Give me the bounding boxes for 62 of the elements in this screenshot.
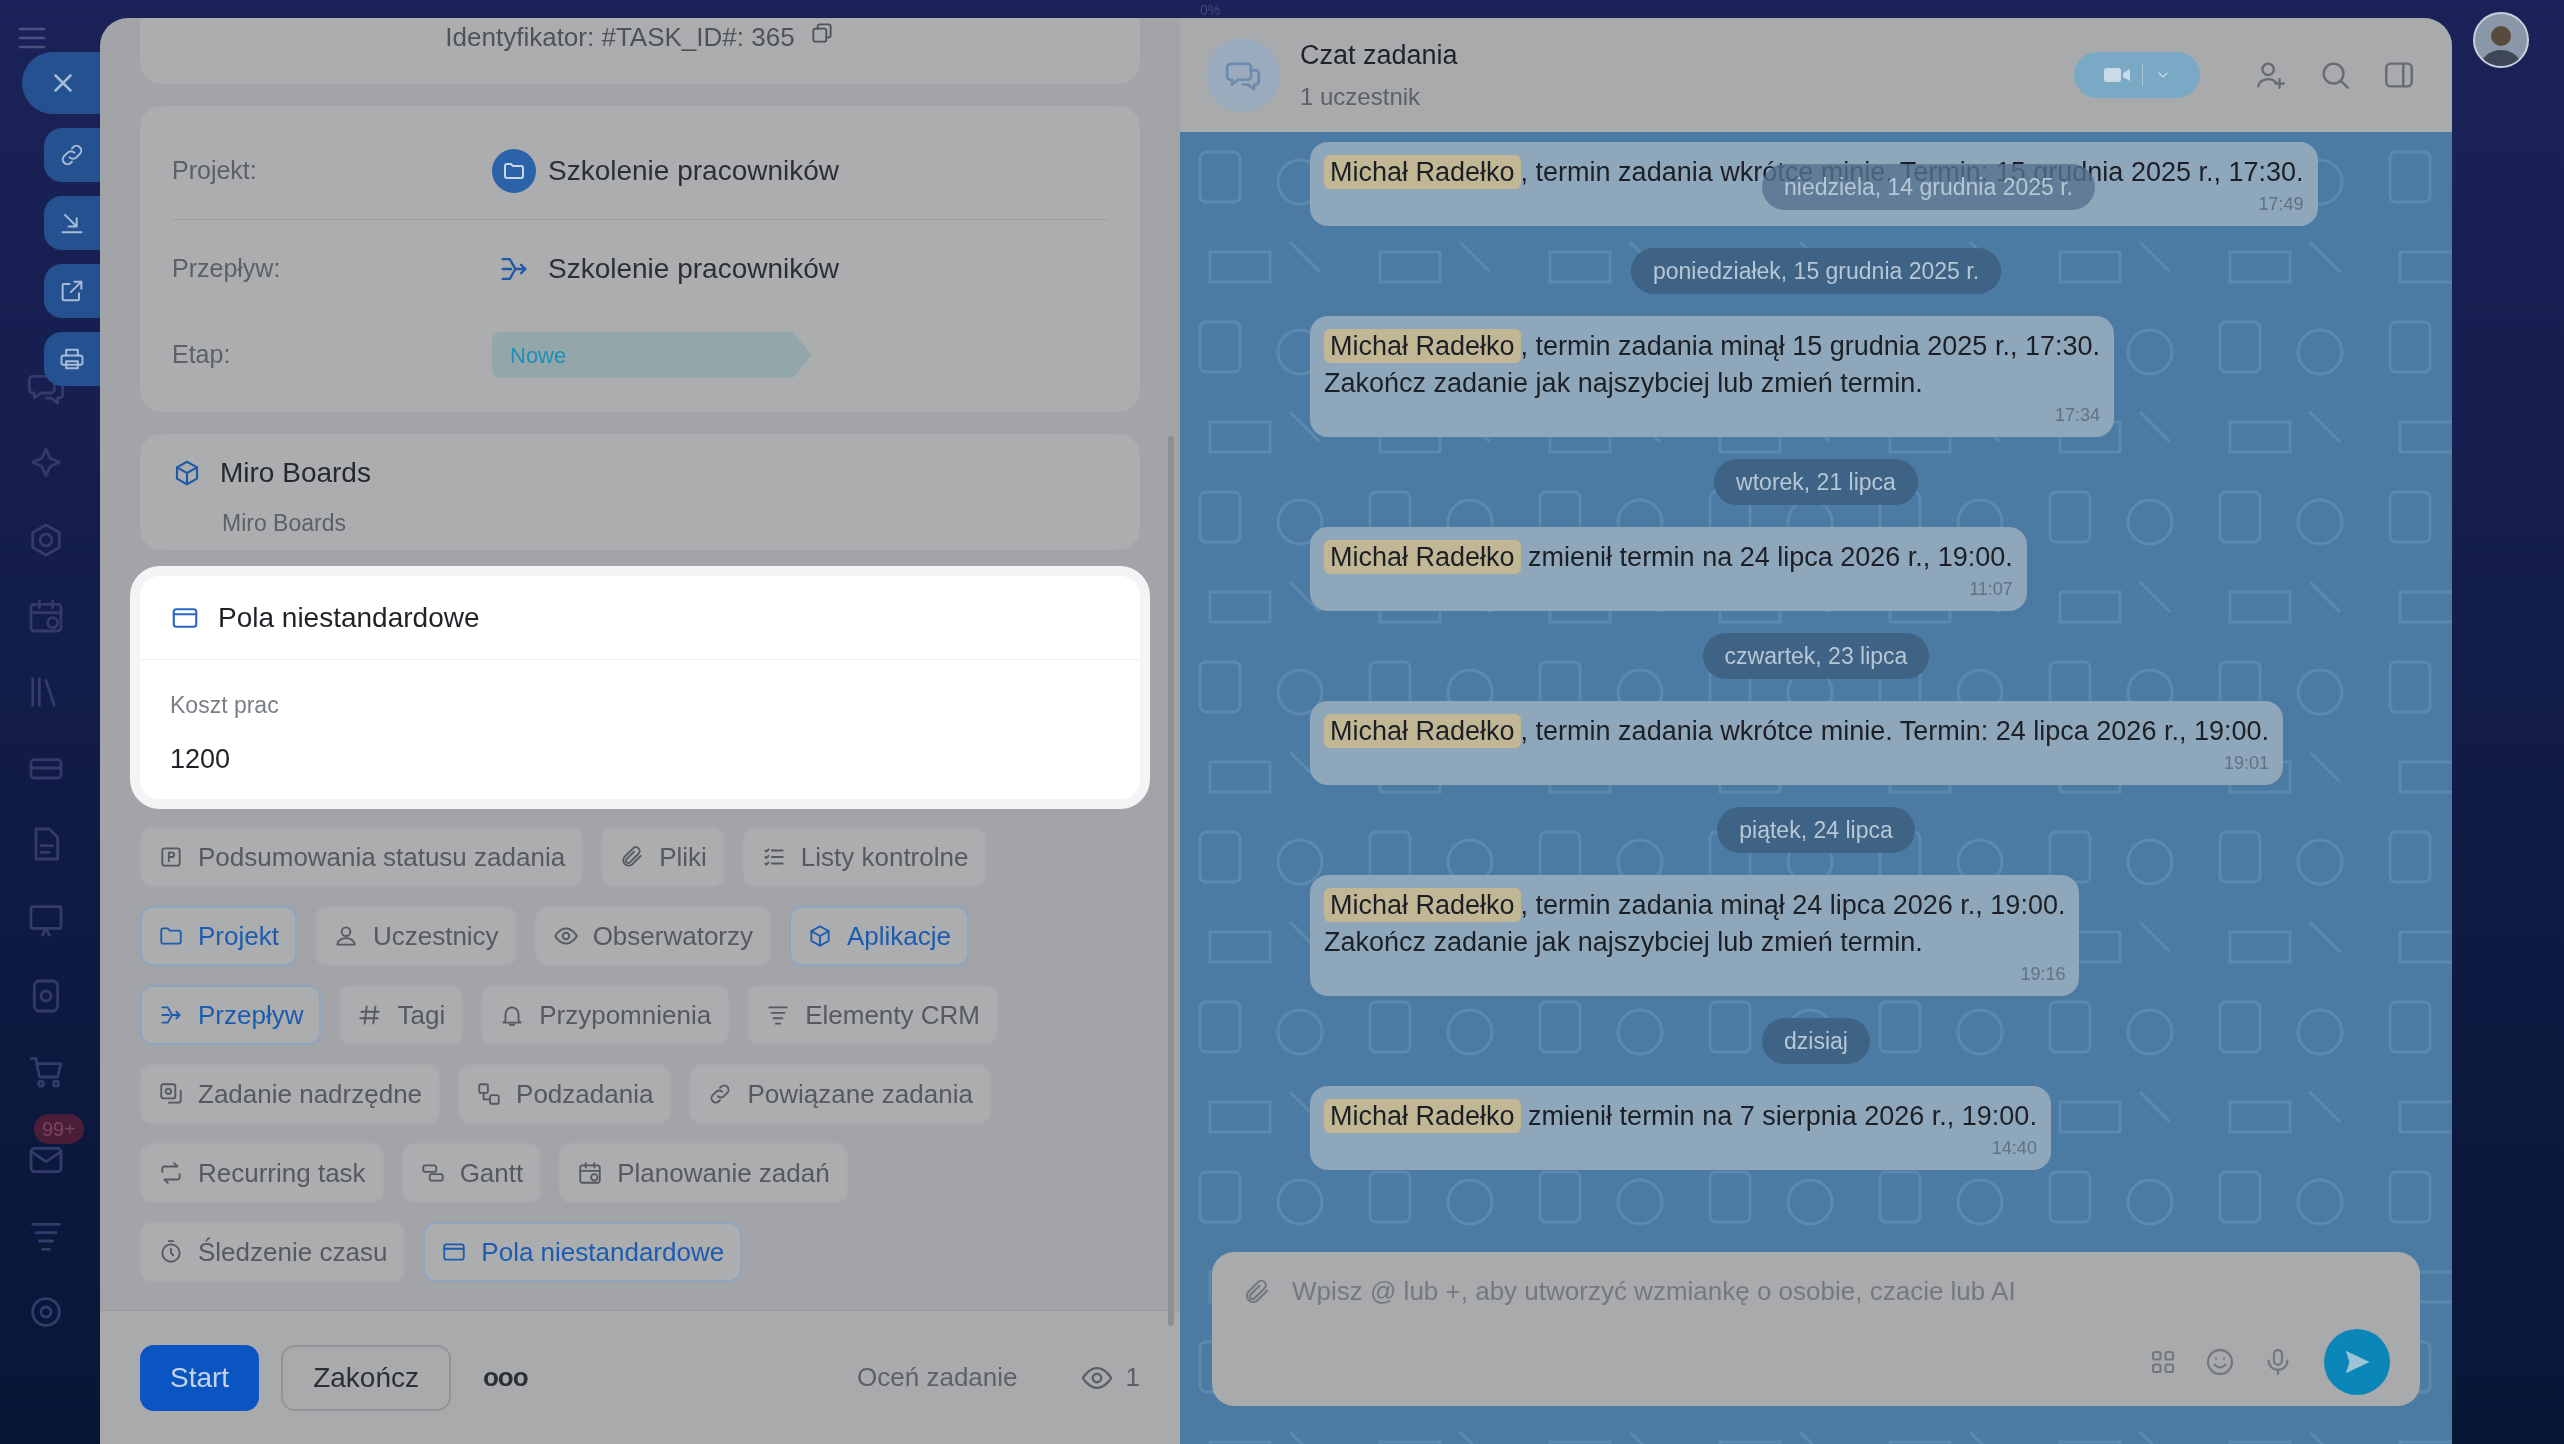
option-chip[interactable]: Pola niestandardowe bbox=[423, 1222, 743, 1282]
field-value: 1200 bbox=[170, 742, 232, 776]
option-chip[interactable]: Przepływ bbox=[140, 985, 322, 1045]
smiley-icon bbox=[2204, 1346, 2236, 1378]
field-label: Projekt: bbox=[172, 154, 258, 186]
message-text: Michał Radełko , termin zadania minął 24 lipca 2026 r., 19:00. Zakończ zadanie jak najszybciej lub zmień termin. bbox=[1324, 887, 2066, 959]
close-button[interactable] bbox=[22, 52, 100, 114]
card-title: Pola niestandardowe bbox=[218, 600, 480, 635]
external-button[interactable] bbox=[44, 264, 100, 318]
option-chip[interactable]: Elementy CRM bbox=[747, 985, 998, 1045]
app-subtitle: Miro Boards bbox=[221, 509, 347, 538]
printer-button[interactable] bbox=[44, 332, 100, 386]
message-text: Michał Radełko zmienił termin na 7 sierpnia 2026 r., 19:00. bbox=[1324, 1098, 2037, 1135]
option-chip[interactable]: Recurring task bbox=[140, 1143, 384, 1203]
more-button[interactable]: ooo bbox=[482, 1358, 528, 1397]
option-chip[interactable]: Zadanie nadrzędne bbox=[140, 1064, 441, 1124]
squares-icon bbox=[158, 1081, 184, 1107]
squares-icon bbox=[476, 1081, 503, 1107]
option-chip[interactable]: Śledzenie czasu bbox=[140, 1222, 406, 1282]
chat-title: Czat zadania bbox=[1300, 38, 1458, 72]
option-chip[interactable]: Aplikacje bbox=[789, 906, 970, 966]
app-title: Miro Boards bbox=[220, 456, 371, 490]
rate-task-link[interactable]: Oceń zadanie bbox=[857, 1358, 1018, 1397]
finish-button[interactable]: Zakończ bbox=[281, 1344, 451, 1411]
option-chip[interactable]: Gantt bbox=[401, 1143, 542, 1203]
option-chip[interactable]: Planowanie zadań bbox=[559, 1143, 848, 1203]
avatar[interactable] bbox=[2473, 12, 2529, 68]
date-separator: czwartek, 23 lipca bbox=[1702, 633, 1930, 679]
message-text: Michał Radełko zmienił termin na 24 lipca 2026 r., 19:00. bbox=[1324, 539, 2013, 576]
field-label: Przepływ: bbox=[172, 253, 282, 285]
download-button[interactable] bbox=[44, 196, 100, 250]
field-value[interactable]: Szkolenie pracowników bbox=[548, 248, 840, 290]
option-chip[interactable]: Przypomnienia bbox=[481, 985, 730, 1045]
option-chip[interactable]: Powiązane zadania bbox=[689, 1064, 991, 1124]
option-chip[interactable]: Podsumowania statusu zadania bbox=[140, 827, 584, 887]
video-camera-icon bbox=[2103, 66, 2130, 84]
document-icon bbox=[158, 844, 184, 870]
message-text: Michał Radełko , termin zadania wkrótce minie. Termin: 24 lipca 2026 r., 19:00. bbox=[1324, 713, 2269, 750]
link-button[interactable] bbox=[44, 128, 100, 182]
calendar-icon bbox=[577, 1160, 604, 1186]
field-label: Etap: bbox=[172, 339, 232, 371]
scrollbar[interactable] bbox=[1168, 436, 1174, 1326]
date-separator: dzisiaj bbox=[1762, 1018, 1870, 1064]
start-button[interactable]: Start bbox=[140, 1344, 260, 1411]
option-chip[interactable]: Obserwatorzy bbox=[534, 906, 771, 966]
date-separator: wtorek, 21 lipca bbox=[1714, 459, 1918, 505]
field-value[interactable]: Szkolenie pracowników bbox=[548, 149, 840, 192]
chat-subtitle: 1 uczestnik bbox=[1300, 82, 1422, 113]
task-identifier: Identyfikator: #TASK_ID#: 365 bbox=[445, 21, 795, 54]
date-separator: piątek, 24 lipca bbox=[1717, 807, 1915, 853]
field-label: Koszt prac bbox=[170, 691, 280, 720]
message-text: Michał Radełko , termin zadania minął 15 grudnia 2025 r., 17:30. Zakończ zadanie jak najszybciej lub zmień termin. bbox=[1324, 328, 2100, 400]
date-separator: poniedziałek, 15 grudnia 2025 r. bbox=[1630, 248, 2002, 294]
option-chip[interactable]: Tagi bbox=[339, 985, 464, 1045]
view-count: 1 bbox=[1125, 1361, 1140, 1394]
option-chip[interactable]: Pliki bbox=[601, 827, 725, 887]
option-chip[interactable]: Uczestnicy bbox=[314, 906, 517, 966]
repeat-icon bbox=[158, 1160, 184, 1186]
cube-icon bbox=[807, 923, 833, 949]
option-chip[interactable]: Listy kontrolne bbox=[742, 827, 987, 887]
option-chip[interactable]: Projekt bbox=[140, 906, 297, 966]
option-chip[interactable]: Podzadania bbox=[458, 1064, 672, 1124]
